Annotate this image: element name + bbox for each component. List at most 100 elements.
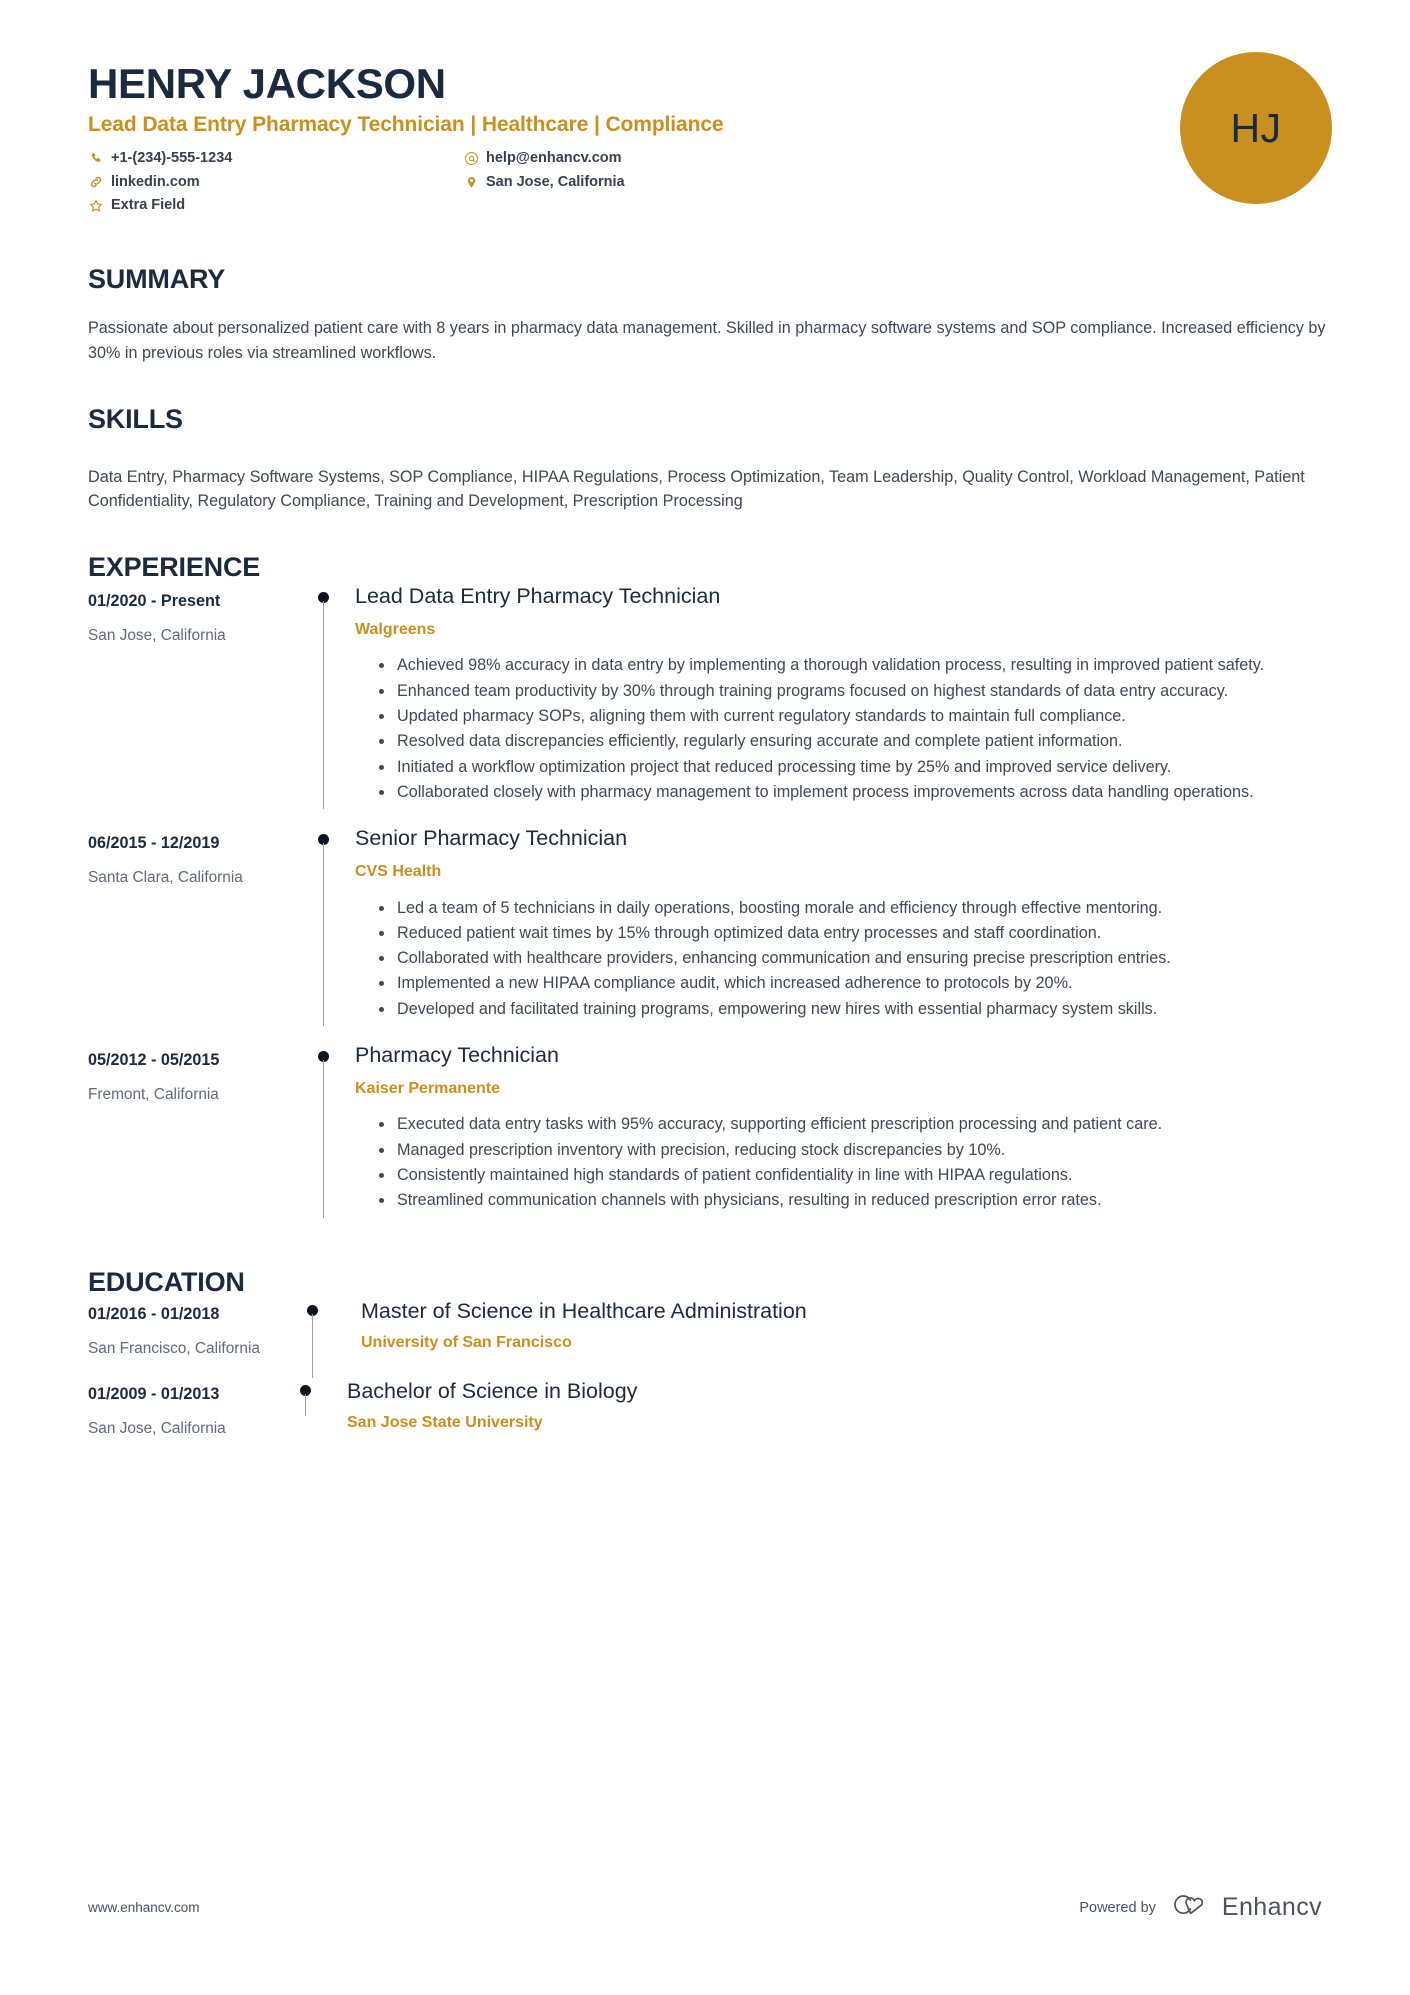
contact-phone[interactable]: +1-(234)-555-1234 (88, 147, 463, 170)
education-degree: Master of Science in Healthcare Administ… (361, 1298, 807, 1323)
experience-bullet-list: Achieved 98% accuracy in data entry by i… (355, 653, 1340, 804)
education-entry-meta: 01/2009 - 01/2013 San Jose, California (88, 1378, 283, 1439)
contact-phone-text: +1-(234)-555-1234 (111, 150, 233, 167)
email-icon (463, 151, 479, 166)
experience-entry-location: Santa Clara, California (88, 869, 243, 887)
star-icon (88, 199, 104, 213)
experience-company: Walgreens (355, 620, 436, 638)
resume-header: HENRY JACKSON Lead Data Entry Pharmacy T… (0, 0, 1410, 217)
timeline-line (312, 1313, 314, 1378)
candidate-name: HENRY JACKSON (88, 60, 446, 107)
experience-entry-body: Lead Data Entry Pharmacy Technician Walg… (355, 583, 1340, 809)
experience-bullet-list: Led a team of 5 technicians in daily ope… (355, 896, 1340, 1021)
skills-section: SKILLS Data Entry, Pharmacy Software Sys… (0, 403, 1410, 514)
experience-entry: 06/2015 - 12/2019 Santa Clara, Californi… (88, 825, 1340, 1042)
timeline-line (305, 1393, 307, 1416)
experience-entry: 05/2012 - 05/2015 Fremont, California Ph… (88, 1042, 1340, 1234)
contact-extra-field[interactable]: Extra Field (88, 194, 463, 217)
experience-bullet: Managed prescription inventory with prec… (377, 1138, 1340, 1162)
contact-location[interactable]: San Jose, California (463, 171, 838, 194)
timeline-line (323, 1060, 325, 1218)
contact-linkedin[interactable]: linkedin.com (88, 171, 463, 194)
contact-grid: +1-(234)-555-1234 linkedin.com Extra Fie… (88, 147, 838, 217)
experience-bullet: Streamlined communication channels with … (377, 1188, 1340, 1212)
link-icon (88, 175, 104, 189)
timeline-rail (283, 1378, 329, 1439)
education-entry: 01/2016 - 01/2018 San Francisco, Califor… (88, 1298, 1340, 1378)
experience-entry-meta: 06/2015 - 12/2019 Santa Clara, Californi… (88, 825, 283, 1026)
education-school: San Jose State University (347, 1413, 543, 1431)
experience-entry-location: San Jose, California (88, 627, 226, 645)
summary-section-title: SUMMARY (88, 264, 226, 295)
experience-bullet: Collaborated closely with pharmacy manag… (377, 780, 1340, 804)
education-section-title: EDUCATION (88, 1266, 245, 1297)
experience-bullet-list: Executed data entry tasks with 95% accur… (355, 1112, 1340, 1212)
experience-bullet: Enhanced team productivity by 30% throug… (377, 679, 1340, 703)
experience-entry-body: Senior Pharmacy Technician CVS Health Le… (355, 825, 1340, 1026)
experience-entry-date: 06/2015 - 12/2019 (88, 834, 220, 853)
timeline-rail (283, 1042, 355, 1218)
education-school: University of San Francisco (361, 1334, 572, 1352)
experience-entry-date: 01/2020 - Present (88, 592, 221, 611)
experience-bullet: Initiated a workflow optimization projec… (377, 755, 1340, 779)
experience-section-title: EXPERIENCE (88, 551, 261, 582)
education-entry-body: Bachelor of Science in Biology San Jose … (329, 1378, 1340, 1439)
experience-job-title: Senior Pharmacy Technician (355, 826, 628, 851)
experience-bullet: Led a team of 5 technicians in daily ope… (377, 896, 1340, 920)
education-entry: 01/2009 - 01/2013 San Jose, California B… (88, 1378, 1340, 1439)
education-degree: Bachelor of Science in Biology (347, 1378, 638, 1403)
footer-brand-area: Powered by Enhancv (1079, 1892, 1322, 1923)
experience-job-title: Lead Data Entry Pharmacy Technician (355, 584, 721, 609)
resume-page: HENRY JACKSON Lead Data Entry Pharmacy T… (0, 0, 1410, 1995)
enhancv-mark-icon (1170, 1892, 1212, 1923)
footer-url[interactable]: www.enhancv.com (88, 1900, 200, 1915)
experience-bullet: Implemented a new HIPAA compliance audit… (377, 971, 1340, 995)
experience-bullet: Collaborated with healthcare providers, … (377, 946, 1340, 970)
contact-extra-field-text: Extra Field (111, 197, 186, 213)
experience-bullet: Updated pharmacy SOPs, aligning them wit… (377, 704, 1340, 728)
contact-location-text: San Jose, California (486, 173, 625, 190)
experience-section: EXPERIENCE 01/2020 - Present San Jose, C… (0, 551, 1410, 1234)
contact-email[interactable]: help@enhancv.com (463, 147, 838, 170)
enhancv-logo: Enhancv (1170, 1892, 1322, 1923)
experience-bullet: Reduced patient wait times by 15% throug… (377, 921, 1340, 945)
timeline-rail (283, 825, 355, 1027)
experience-company: CVS Health (355, 862, 442, 880)
contact-column-right: help@enhancv.com San Jose, California (463, 147, 838, 217)
skills-text: Data Entry, Pharmacy Software Systems, S… (88, 467, 1305, 511)
timeline-rail (283, 1298, 343, 1378)
education-entry-date: 01/2009 - 01/2013 (88, 1384, 220, 1403)
experience-entry-location: Fremont, California (88, 1086, 219, 1104)
experience-company: Kaiser Permanente (355, 1079, 500, 1097)
timeline-line (323, 843, 325, 1027)
experience-entry-meta: 01/2020 - Present San Jose, California (88, 583, 283, 809)
experience-bullet: Resolved data discrepancies efficiently,… (377, 729, 1340, 753)
education-list: 01/2016 - 01/2018 San Francisco, Califor… (88, 1298, 1340, 1439)
location-pin-icon (463, 176, 479, 189)
resume-footer: www.enhancv.com Powered by Enhancv (0, 1892, 1410, 1923)
powered-by-label: Powered by (1079, 1899, 1156, 1916)
education-entry-location: San Francisco, California (88, 1340, 260, 1357)
education-entry-date: 01/2016 - 01/2018 (88, 1304, 220, 1323)
experience-entry-meta: 05/2012 - 05/2015 Fremont, California (88, 1042, 283, 1218)
experience-bullet: Consistently maintained high standards o… (377, 1163, 1340, 1187)
contact-linkedin-text: linkedin.com (111, 173, 200, 190)
avatar: HJ (1180, 52, 1332, 204)
avatar-initials: HJ (1230, 104, 1282, 151)
education-entry-location: San Jose, California (88, 1419, 226, 1437)
phone-icon (88, 152, 104, 165)
timeline-rail (283, 583, 355, 810)
candidate-headline: Lead Data Entry Pharmacy Technician | He… (88, 113, 724, 137)
experience-bullet: Achieved 98% accuracy in data entry by i… (377, 653, 1340, 677)
experience-bullet: Executed data entry tasks with 95% accur… (377, 1112, 1340, 1136)
contact-column-left: +1-(234)-555-1234 linkedin.com Extra Fie… (88, 147, 463, 217)
summary-section: SUMMARY Passionate about personalized pa… (0, 263, 1410, 365)
experience-bullet: Developed and facilitated training progr… (377, 997, 1340, 1021)
education-entry-body: Master of Science in Healthcare Administ… (343, 1298, 1340, 1378)
contact-email-text: help@enhancv.com (486, 150, 622, 167)
summary-text: Passionate about personalized patient ca… (88, 318, 1326, 362)
experience-list: 01/2020 - Present San Jose, California L… (88, 583, 1340, 1233)
experience-entry-body: Pharmacy Technician Kaiser Permanente Ex… (355, 1042, 1340, 1218)
experience-entry-date: 05/2012 - 05/2015 (88, 1051, 220, 1070)
skills-section-title: SKILLS (88, 404, 183, 435)
